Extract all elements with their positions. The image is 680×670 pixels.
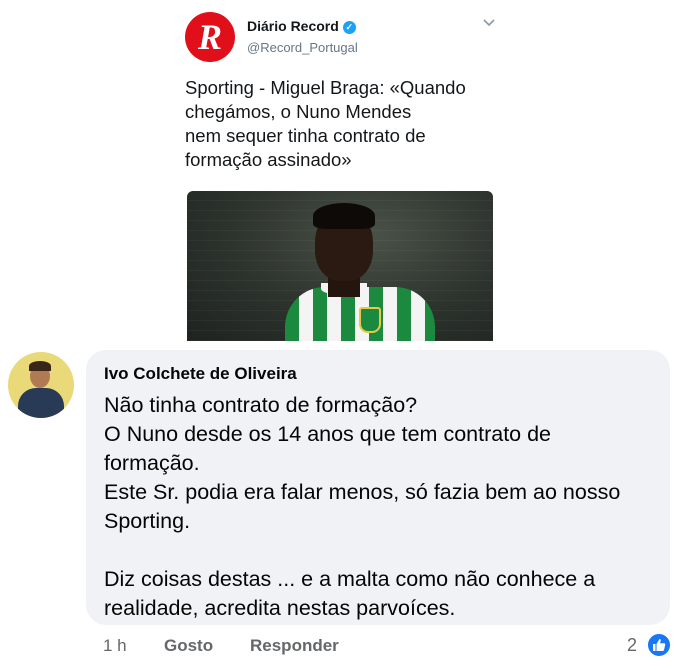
player-hair: [313, 203, 375, 229]
tweet-text: Sporting - Miguel Braga: «Quando chegámo…: [185, 76, 495, 172]
tweet-text-line: chegámos, o Nuno Mendes: [185, 101, 412, 122]
comment-author[interactable]: Ivo Colchete de Oliveira: [104, 364, 297, 384]
comment-line: Este Sr. podia era falar menos, só fazia…: [104, 480, 621, 504]
avatar-hair: [29, 361, 51, 371]
avatar-body: [18, 388, 64, 418]
tweet-account-name[interactable]: Diário Record ✓: [247, 18, 356, 34]
like-icon[interactable]: [646, 632, 672, 658]
tweet-handle[interactable]: @Record_Portugal: [247, 40, 358, 55]
comment-line: Não tinha contrato de formação?: [104, 393, 418, 417]
tweet-text-line: formação assinado»: [185, 149, 352, 170]
reaction-count[interactable]: 2: [627, 635, 637, 656]
like-button[interactable]: Gosto: [164, 636, 213, 656]
sporting-crest-icon: [359, 307, 381, 333]
tweet-text-line: Sporting - Miguel Braga: «Quando: [185, 77, 466, 98]
comment-timestamp[interactable]: 1 h: [103, 636, 127, 656]
comment-line: formação.: [104, 451, 200, 475]
comment-line: O Nuno desde os 14 anos que tem contrato…: [104, 422, 552, 446]
commenter-avatar[interactable]: [8, 352, 74, 418]
comment-bubble: Ivo Colchete de Oliveira Não tinha contr…: [86, 350, 670, 625]
tweet-player-photo[interactable]: [187, 191, 493, 341]
comment-line: realidade, acredita nestas parvoíces.: [104, 596, 456, 620]
comment-body: Não tinha contrato de formação? O Nuno d…: [104, 391, 620, 623]
verified-badge-icon: ✓: [342, 21, 356, 34]
tweet-text-line: nem sequer tinha contrato de: [185, 125, 426, 146]
comment-line: [104, 536, 620, 565]
comment-line: Sporting.: [104, 509, 191, 533]
reply-button[interactable]: Responder: [250, 636, 339, 656]
record-logo[interactable]: R: [185, 12, 235, 62]
tweet-account-name-text[interactable]: Diário Record: [247, 18, 339, 34]
chevron-down-icon[interactable]: [483, 14, 495, 30]
comment-line: Diz coisas destas ... e a malta como não…: [104, 567, 596, 591]
